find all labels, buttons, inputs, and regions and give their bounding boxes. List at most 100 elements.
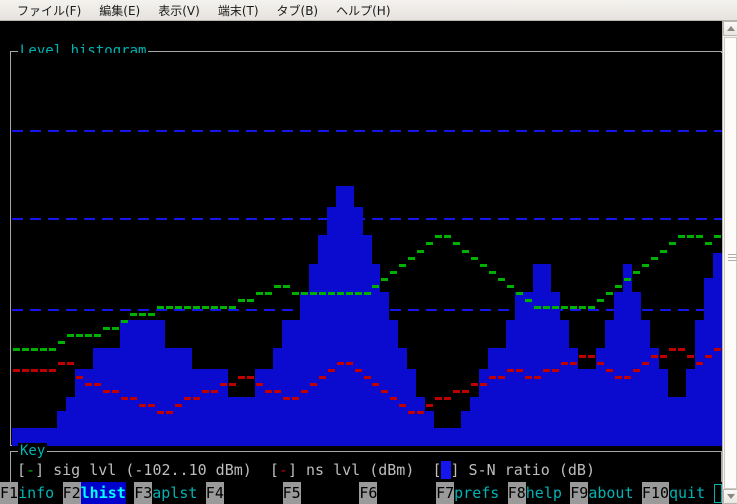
noise-level-marker [103, 390, 110, 393]
noise-level-marker [247, 376, 254, 379]
sig-level-marker [687, 235, 694, 238]
sig-level-marker [103, 327, 110, 330]
key-legend: [-] sig lvl (-102..10 dBm) [-] ns lvl (d… [17, 460, 595, 480]
snr-bar [156, 320, 165, 446]
sig-swatch-open: [ [17, 461, 27, 479]
sig-level-marker [328, 292, 335, 295]
sig-level-marker [516, 292, 523, 295]
snr-swatch-close: ] [450, 461, 460, 479]
sig-level-marker [651, 257, 658, 260]
fkey-f3-aplst[interactable]: F3 aplst [134, 482, 197, 504]
fkey-f10-quit[interactable]: F10 quit [641, 482, 705, 504]
fkey-number: F7 [436, 482, 455, 504]
snr-bar [578, 369, 587, 446]
noise-level-marker [561, 362, 568, 365]
scroll-up-button[interactable] [723, 21, 737, 36]
noise-level-marker [220, 383, 227, 386]
sig-level-marker [633, 271, 640, 274]
noise-level-marker [714, 348, 721, 351]
noise-level-marker [265, 390, 272, 393]
fkey-label: aplst [152, 484, 198, 502]
sig-level-marker [175, 306, 182, 309]
noise-level-marker [274, 390, 281, 393]
sig-level-marker [381, 278, 388, 281]
snr-bar [291, 320, 300, 446]
noise-level-marker [166, 411, 173, 414]
sig-level-marker [49, 348, 56, 351]
noise-level-marker [606, 369, 613, 372]
sig-level-marker [148, 313, 155, 316]
ns-swatch-open: [ [269, 461, 279, 479]
noise-level-marker [211, 390, 218, 393]
snr-bar [614, 292, 623, 446]
snr-bar [138, 320, 147, 446]
snr-bar [380, 292, 389, 446]
snr-bar [66, 397, 75, 446]
snr-bar [282, 320, 291, 446]
fkey-f1-info[interactable]: F1 info [0, 482, 54, 504]
fkey-f4[interactable]: F4 [205, 482, 224, 504]
snr-bar [129, 320, 138, 446]
noise-level-marker [337, 362, 344, 365]
menu-item-file[interactable]: ファイル(F) [8, 1, 90, 20]
menu-item-edit[interactable]: 編集(E) [90, 1, 149, 20]
level-histogram-panel: Level histogram [10, 43, 722, 446]
noise-level-marker [76, 376, 83, 379]
menu-item-help[interactable]: ヘルプ(H) [327, 1, 399, 20]
noise-level-marker [642, 362, 649, 365]
fkey-f2-lhist[interactable]: F2 lhist [62, 482, 126, 504]
ns-legend-label: ns lvl (dBm) [296, 461, 433, 479]
fkey-f6[interactable]: F6 [359, 482, 378, 504]
noise-level-marker [310, 383, 317, 386]
menu-item-view[interactable]: 表示(V) [149, 1, 209, 20]
noise-level-marker [426, 404, 433, 407]
snr-bar [111, 348, 120, 446]
snr-bar [677, 397, 686, 446]
sig-level-marker [426, 242, 433, 245]
noise-level-marker [301, 390, 308, 393]
terminal-scrollbar[interactable] [722, 21, 737, 504]
noise-level-marker [319, 376, 326, 379]
snr-bar [371, 264, 380, 446]
fkey-f7-prefs[interactable]: F7 prefs [436, 482, 499, 504]
sig-level-marker [94, 334, 101, 337]
menu-item-terminal[interactable]: 端末(T) [209, 1, 268, 20]
noise-level-marker [579, 355, 586, 358]
sig-level-marker [615, 285, 622, 288]
noise-level-marker [372, 383, 379, 386]
noise-level-marker [615, 376, 622, 379]
sig-level-marker [399, 264, 406, 267]
scrollbar-thumb[interactable] [724, 37, 737, 489]
snr-bar [659, 369, 668, 446]
key-title: Key [18, 443, 48, 460]
snr-bar [273, 348, 282, 446]
noise-level-marker [597, 362, 604, 365]
sig-swatch-close: ] [35, 461, 45, 479]
snr-bar [327, 207, 336, 446]
snr-bar [506, 320, 515, 446]
noise-level-marker [193, 397, 200, 400]
snr-bar [147, 320, 156, 446]
noise-level-marker [480, 383, 487, 386]
snr-bar [695, 320, 704, 446]
snr-bar [336, 186, 345, 446]
sig-level-marker [561, 306, 568, 309]
sig-level-marker [705, 242, 712, 245]
fkey-label: lhist [80, 482, 126, 504]
sig-level-marker [139, 313, 146, 316]
sig-level-marker [31, 348, 38, 351]
noise-level-marker [148, 404, 155, 407]
fkey-f8-help[interactable]: F8 help [507, 482, 562, 504]
snr-swatch-icon [441, 461, 451, 479]
fkey-f5[interactable]: F5 [282, 482, 301, 504]
fkey-f9-about[interactable]: F9 about [570, 482, 634, 504]
noise-level-marker [651, 355, 658, 358]
noise-level-marker [283, 397, 290, 400]
noise-level-marker [507, 369, 514, 372]
noise-level-marker [471, 383, 478, 386]
sig-level-marker [462, 250, 469, 253]
noise-level-marker [498, 376, 505, 379]
noise-level-marker [112, 390, 119, 393]
menu-item-tabs[interactable]: タブ(B) [268, 1, 328, 20]
scroll-down-button[interactable] [723, 489, 737, 504]
